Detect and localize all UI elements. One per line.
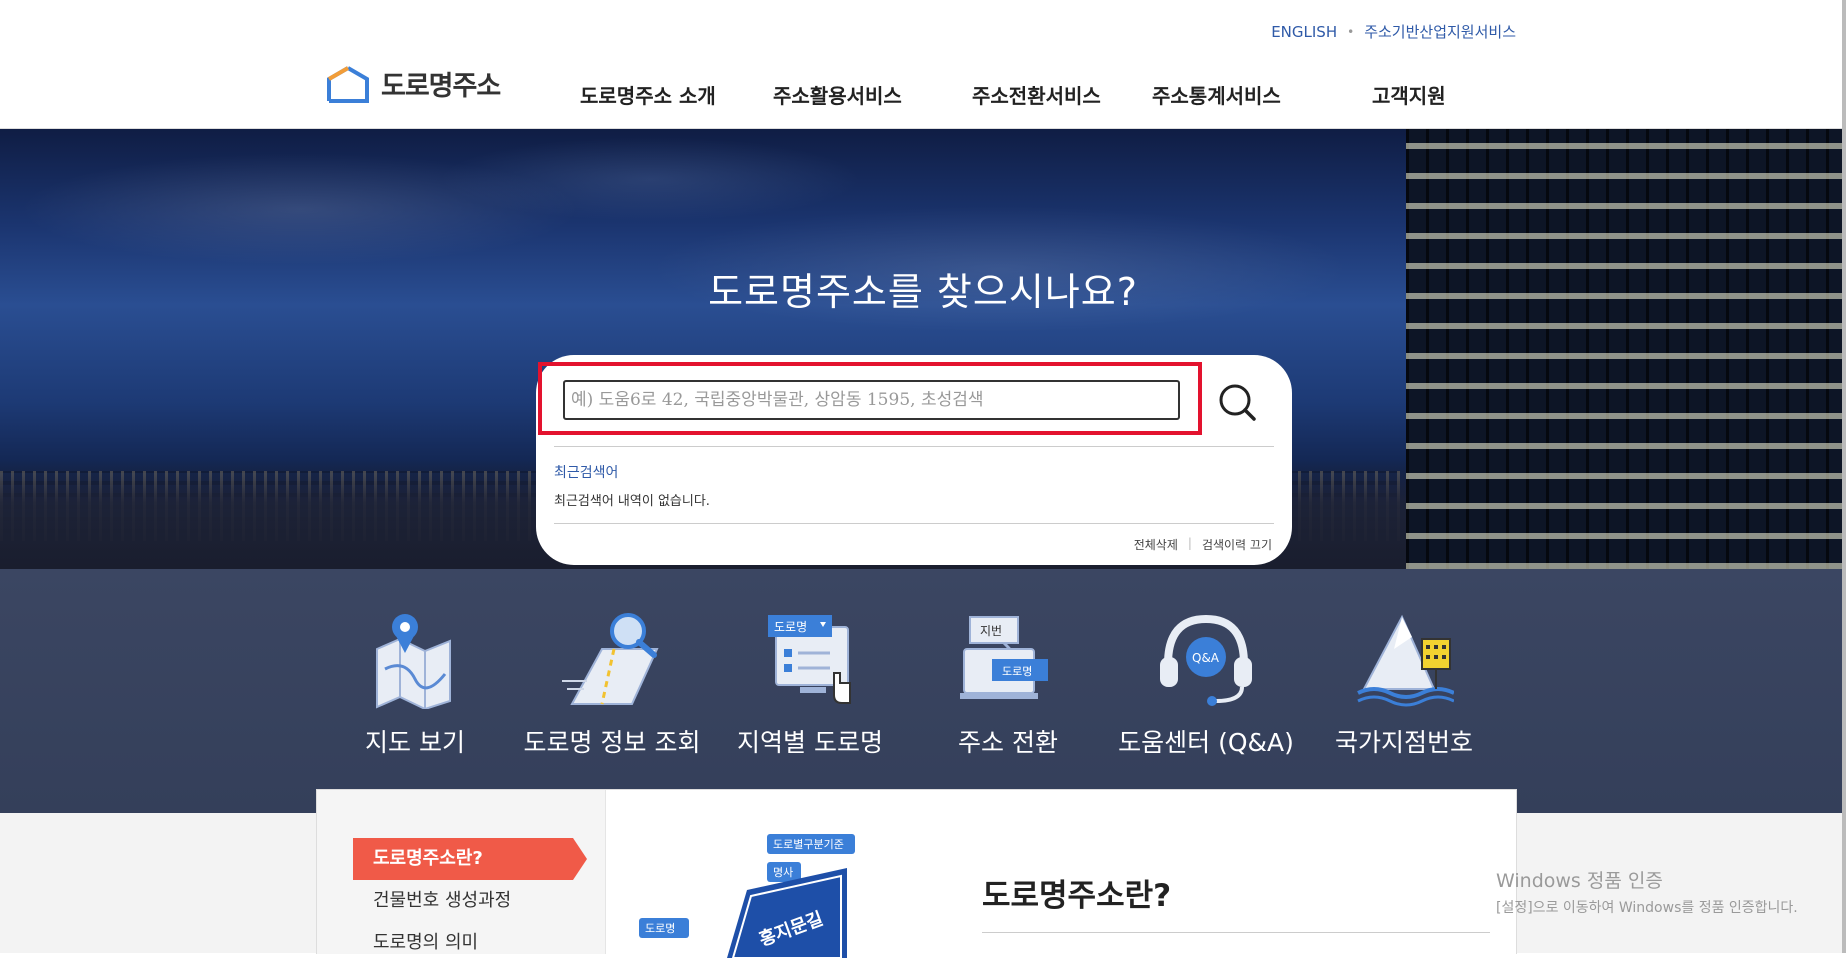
nav-customer-support[interactable]: 고객지원 bbox=[1372, 80, 1446, 109]
utility-links: ENGLISH • 주소기반산업지원서비스 bbox=[1271, 21, 1516, 42]
side-item-building-number[interactable]: 건물번호 생성과정 bbox=[353, 880, 573, 922]
illust-tag-roadname: 도로명 bbox=[645, 922, 675, 935]
windows-activation-watermark: Windows 정품 인증 [설정]으로 이동하여 Windows를 정품 인증… bbox=[1496, 866, 1798, 917]
illust-tag-criteria: 도로별구분기준 bbox=[773, 838, 844, 851]
page-scrollbar[interactable] bbox=[1842, 0, 1846, 953]
quick-help-center[interactable]: Q&A 도움센터 (Q&A) bbox=[1106, 609, 1306, 759]
history-off-button[interactable]: 검색이력 끄기 bbox=[1202, 536, 1272, 553]
search-divider-bottom bbox=[554, 523, 1274, 524]
quick-label-road-info: 도로명 정보 조회 bbox=[523, 728, 701, 757]
watermark-title: Windows 정품 인증 bbox=[1496, 870, 1663, 892]
road-convert-tag-text: 도로명 bbox=[1002, 665, 1032, 678]
quick-label-map: 지도 보기 bbox=[365, 728, 465, 757]
intro-card: 도로명주소란? 건물번호 생성과정 도로명의 의미 도로별구분기준 명사 도로명… bbox=[316, 789, 1517, 958]
map-icon bbox=[376, 614, 451, 711]
nav-intro[interactable]: 도로명주소 소개 bbox=[580, 80, 716, 109]
road-search-icon bbox=[562, 613, 659, 705]
quick-road-info[interactable]: 도로명 정보 조회 bbox=[512, 609, 712, 759]
quick-address-convert[interactable]: 지번 도로명 주소 전환 bbox=[908, 609, 1108, 759]
nav-usage-service[interactable]: 주소활용서비스 bbox=[773, 80, 902, 109]
search-icon[interactable] bbox=[1214, 382, 1260, 422]
quick-label-help: 도움센터 (Q&A) bbox=[1118, 728, 1294, 757]
separator-dot: • bbox=[1347, 24, 1355, 39]
quick-national-point[interactable]: 국가지점번호 bbox=[1304, 609, 1504, 759]
nav-stats-service[interactable]: 주소통계서비스 bbox=[1152, 80, 1281, 109]
help-center-icon: Q&A bbox=[1160, 614, 1252, 706]
national-point-icon bbox=[1357, 614, 1455, 707]
side-item-road-meaning[interactable]: 도로명의 의미 bbox=[353, 922, 573, 964]
intro-side-menu: 도로명주소란? 건물번호 생성과정 도로명의 의미 bbox=[353, 838, 587, 964]
qa-bubble-text: Q&A bbox=[1192, 651, 1220, 665]
delete-all-button[interactable]: 전체삭제 bbox=[1134, 536, 1178, 553]
recent-search-title: 최근검색어 bbox=[554, 465, 619, 481]
site-header: ENGLISH • 주소기반산업지원서비스 도로명주소 도로명주소 소개 주소활… bbox=[0, 0, 1846, 129]
logo-text: 도로명주소 bbox=[381, 70, 501, 102]
intro-side-panel: 도로명주소란? 건물번호 생성과정 도로명의 의미 bbox=[317, 790, 606, 954]
quick-menu: 지도 보기 도로명 정보 조회 도로명 지역별 도로명 지번 도로명 주소 전환… bbox=[0, 569, 1846, 813]
quick-regional-road[interactable]: 도로명 지역별 도로명 bbox=[710, 609, 910, 759]
office-tower bbox=[1406, 129, 1846, 569]
quick-label-regional: 지역별 도로명 bbox=[737, 728, 883, 757]
watermark-subtitle: [설정]으로 이동하여 Windows를 정품 인증합니다. bbox=[1496, 900, 1798, 916]
search-history-actions: 전체삭제 | 검색이력 끄기 bbox=[1134, 536, 1272, 553]
address-convert-icon: 지번 도로명 bbox=[960, 616, 1048, 699]
road-sign-illustration: 도로별구분기준 명사 도로명 홍지문길 bbox=[639, 834, 855, 958]
site-logo[interactable]: 도로명주소 bbox=[325, 63, 501, 103]
house-logo-icon bbox=[327, 66, 369, 103]
quick-label-national-point: 국가지점번호 bbox=[1334, 728, 1473, 757]
search-divider bbox=[554, 446, 1274, 447]
english-link[interactable]: ENGLISH bbox=[1271, 23, 1337, 41]
intro-heading-rule bbox=[982, 932, 1490, 933]
regional-road-icon: 도로명 bbox=[768, 615, 851, 704]
hero-title: 도로명주소를 찾으시나요? bbox=[708, 270, 1138, 314]
jibun-tag-text: 지번 bbox=[980, 624, 1002, 638]
search-highlight-box bbox=[538, 362, 1202, 435]
illust-tag-noun: 명사 bbox=[773, 866, 793, 879]
quick-label-convert: 주소 전환 bbox=[958, 728, 1058, 757]
recent-search-empty: 최근검색어 내역이 없습니다. bbox=[554, 494, 710, 509]
industry-service-link[interactable]: 주소기반산업지원서비스 bbox=[1364, 21, 1516, 42]
nav-convert-service[interactable]: 주소전환서비스 bbox=[972, 80, 1101, 109]
road-tag-text: 도로명 bbox=[774, 620, 807, 634]
intro-heading: 도로명주소란? bbox=[982, 878, 1172, 914]
quick-map-view[interactable]: 지도 보기 bbox=[315, 609, 515, 759]
side-item-what-is[interactable]: 도로명주소란? bbox=[353, 838, 587, 880]
action-separator: | bbox=[1187, 536, 1192, 550]
